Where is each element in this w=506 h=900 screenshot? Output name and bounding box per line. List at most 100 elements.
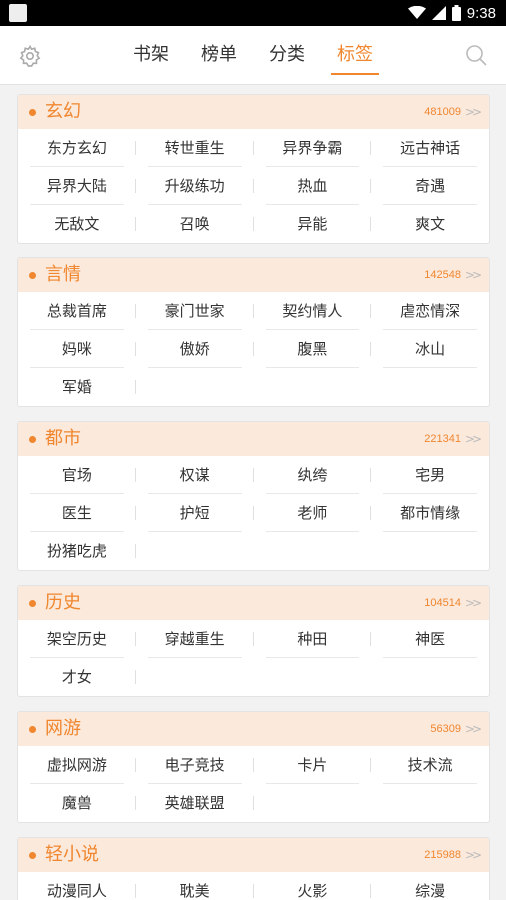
tag-item[interactable]: 卡片 <box>254 746 372 784</box>
double-chevron-right-icon[interactable]: >> <box>465 258 482 292</box>
bullet-dot-icon <box>29 272 36 279</box>
tag-item[interactable]: 耽美 <box>136 872 254 900</box>
double-chevron-right-icon[interactable]: >> <box>465 712 482 746</box>
double-chevron-right-icon[interactable]: >> <box>465 838 482 872</box>
category-header[interactable]: 网游 56309 >> <box>18 712 489 746</box>
empty-tag-slot <box>254 532 372 570</box>
category-header[interactable]: 都市 221341 >> <box>18 422 489 456</box>
tag-item[interactable]: 权谋 <box>136 456 254 494</box>
category-count: 142548 <box>424 269 461 281</box>
tag-item[interactable]: 才女 <box>18 658 136 696</box>
notification-app-icon <box>9 4 27 22</box>
tag-item[interactable]: 傲娇 <box>136 330 254 368</box>
tag-grid: 总裁首席 豪门世家 契约情人 虐恋情深妈咪 傲娇 腹黑 冰山军婚 <box>18 292 489 406</box>
clock: 9:38 <box>466 4 496 22</box>
tag-item[interactable]: 护短 <box>136 494 254 532</box>
tag-item[interactable]: 无敌文 <box>18 205 136 243</box>
tag-item[interactable]: 妈咪 <box>18 330 136 368</box>
tag-item[interactable]: 爽文 <box>371 205 489 243</box>
tag-item[interactable]: 奇遇 <box>371 167 489 205</box>
tag-item[interactable]: 总裁首席 <box>18 292 136 330</box>
empty-tag-slot <box>371 658 489 696</box>
category-title: 言情 <box>45 264 81 285</box>
tag-item[interactable]: 异能 <box>254 205 372 243</box>
tag-item[interactable]: 宅男 <box>371 456 489 494</box>
tag-item[interactable]: 综漫 <box>371 872 489 900</box>
category-header[interactable]: 玄幻 481009 >> <box>18 95 489 129</box>
tag-item[interactable]: 魔兽 <box>18 784 136 822</box>
tag-item[interactable]: 契约情人 <box>254 292 372 330</box>
category-card: 历史 104514 >> 架空历史 穿越重生 种田 神医 才女 <box>17 585 490 697</box>
tag-grid: 东方玄幻 转世重生 异界争霸 远古神话异界大陆 升级练功 热血 奇遇无敌文 召唤 异能 爽文 <box>18 129 489 243</box>
tag-item[interactable]: 转世重生 <box>136 129 254 167</box>
empty-tag-slot <box>254 368 372 406</box>
category-title: 玄幻 <box>45 101 81 122</box>
empty-tag-slot <box>136 532 254 570</box>
tag-item[interactable]: 动漫同人 <box>18 872 136 900</box>
tag-category-list: 玄幻 481009 >> 东方玄幻 转世重生 异界争霸 远古神话 异界大陆 升级练功 热血 奇遇 无敌… <box>0 85 506 900</box>
tag-item[interactable]: 虚拟网游 <box>18 746 136 784</box>
bullet-dot-icon <box>29 109 36 116</box>
category-title: 网游 <box>45 718 81 739</box>
category-title: 都市 <box>45 428 81 449</box>
top-navigation-bar: 书架 榜单 分类 标签 <box>0 26 506 85</box>
tag-item[interactable]: 远古神话 <box>371 129 489 167</box>
tag-item[interactable]: 热血 <box>254 167 372 205</box>
tag-item[interactable]: 神医 <box>371 620 489 658</box>
category-card: 网游 56309 >> 虚拟网游 电子竞技 卡片 技术流魔兽 英雄联盟 <box>17 711 490 823</box>
category-card: 轻小说 215988 >> 动漫同人 耽美 火影 综漫 <box>17 837 490 900</box>
status-bar: 9:38 <box>0 0 506 26</box>
category-count: 481009 <box>424 106 461 118</box>
empty-tag-slot <box>371 784 489 822</box>
tag-item[interactable]: 扮猪吃虎 <box>18 532 136 570</box>
tag-item[interactable]: 英雄联盟 <box>136 784 254 822</box>
category-count: 215988 <box>424 849 461 861</box>
category-title: 历史 <box>45 592 81 613</box>
tag-item[interactable]: 穿越重生 <box>136 620 254 658</box>
tag-grid: 动漫同人 耽美 火影 综漫 <box>18 872 489 900</box>
tag-item[interactable]: 冰山 <box>371 330 489 368</box>
search-icon[interactable] <box>464 43 488 67</box>
tag-item[interactable]: 技术流 <box>371 746 489 784</box>
tag-item[interactable]: 火影 <box>254 872 372 900</box>
category-header[interactable]: 言情 142548 >> <box>18 258 489 292</box>
tag-item[interactable]: 异界大陆 <box>18 167 136 205</box>
bullet-dot-icon <box>29 726 36 733</box>
category-header[interactable]: 轻小说 215988 >> <box>18 838 489 872</box>
tag-item[interactable]: 电子竞技 <box>136 746 254 784</box>
tag-item[interactable]: 腹黑 <box>254 330 372 368</box>
tab-categories[interactable]: 分类 <box>267 26 307 84</box>
signal-icon <box>431 6 446 20</box>
category-card: 玄幻 481009 >> 东方玄幻 转世重生 异界争霸 远古神话 异界大陆 升级练功 热血 奇遇 无敌… <box>17 94 490 244</box>
tag-item[interactable]: 豪门世家 <box>136 292 254 330</box>
category-header[interactable]: 历史 104514 >> <box>18 586 489 620</box>
tag-grid: 虚拟网游 电子竞技 卡片 技术流魔兽 英雄联盟 <box>18 746 489 822</box>
double-chevron-right-icon[interactable]: >> <box>465 95 482 129</box>
empty-tag-slot <box>136 368 254 406</box>
tag-item[interactable]: 召唤 <box>136 205 254 243</box>
tag-item[interactable]: 异界争霸 <box>254 129 372 167</box>
tab-bookshelf[interactable]: 书架 <box>131 26 171 84</box>
tag-item[interactable]: 种田 <box>254 620 372 658</box>
tag-item[interactable]: 都市情缘 <box>371 494 489 532</box>
category-card: 言情 142548 >> 总裁首席 豪门世家 契约情人 虐恋情深 妈咪 傲娇 腹黑 冰山 军婚 <box>17 257 490 407</box>
tag-item[interactable]: 虐恋情深 <box>371 292 489 330</box>
tag-grid: 架空历史 穿越重生 种田 神医才女 <box>18 620 489 696</box>
double-chevron-right-icon[interactable]: >> <box>465 586 482 620</box>
category-count: 104514 <box>424 597 461 609</box>
tag-item[interactable]: 纨绔 <box>254 456 372 494</box>
tag-item[interactable]: 医生 <box>18 494 136 532</box>
category-title: 轻小说 <box>45 844 99 865</box>
battery-icon <box>451 5 461 21</box>
tag-item[interactable]: 东方玄幻 <box>18 129 136 167</box>
tag-item[interactable]: 升级练功 <box>136 167 254 205</box>
tag-item[interactable]: 军婚 <box>18 368 136 406</box>
tag-grid: 官场 权谋 纨绔 宅男医生 护短 老师 都市情缘扮猪吃虎 <box>18 456 489 570</box>
bullet-dot-icon <box>29 436 36 443</box>
tag-item[interactable]: 架空历史 <box>18 620 136 658</box>
tab-tags[interactable]: 标签 <box>331 26 379 84</box>
double-chevron-right-icon[interactable]: >> <box>465 422 482 456</box>
tag-item[interactable]: 官场 <box>18 456 136 494</box>
tag-item[interactable]: 老师 <box>254 494 372 532</box>
tab-rankings[interactable]: 榜单 <box>199 26 239 84</box>
